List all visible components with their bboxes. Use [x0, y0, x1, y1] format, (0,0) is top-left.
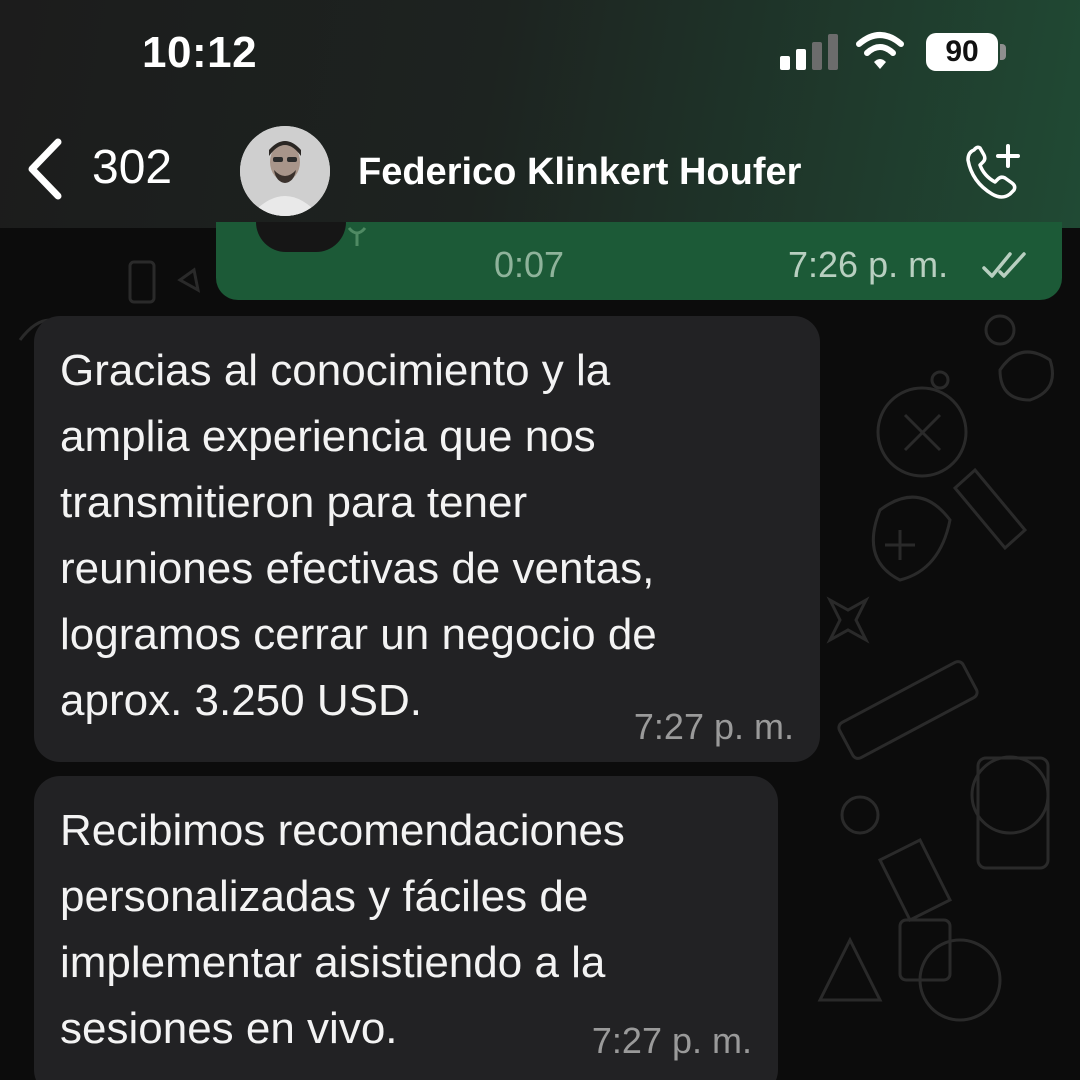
contact-avatar[interactable]	[240, 126, 330, 216]
incoming-message-bubble[interactable]: Gracias al conocimiento y la amplia expe…	[34, 316, 820, 762]
incoming-message-bubble[interactable]: Recibimos recomendaciones personalizadas…	[34, 776, 778, 1080]
chat-header: 10:12 90 302 Federico Klinkert Houfer	[0, 0, 1080, 228]
message-timestamp: 7:27 p. m.	[633, 706, 794, 747]
chat-nav-bar: 302 Federico Klinkert Houfer	[0, 118, 1080, 226]
battery-tip	[1000, 44, 1006, 60]
status-time: 10:12	[142, 28, 258, 77]
microphone-icon	[347, 227, 367, 246]
status-bar: 10:12 90	[0, 0, 1080, 110]
message-timestamp: 7:26 p. m.	[788, 244, 949, 285]
contact-name[interactable]: Federico Klinkert Houfer	[358, 151, 801, 194]
wifi-icon	[856, 32, 904, 69]
battery-indicator: 90	[926, 33, 998, 71]
message-timestamp: 7:27 p. m.	[591, 1020, 752, 1061]
message-text: Gracias al conocimiento y la amplia expe…	[60, 346, 657, 725]
add-call-icon[interactable]	[962, 140, 1026, 204]
unread-chats-count[interactable]: 302	[92, 140, 172, 195]
voice-duration: 0:07	[494, 244, 565, 285]
back-chevron-icon[interactable]	[24, 138, 64, 200]
cellular-signal-icon	[780, 34, 838, 70]
double-check-icon	[982, 252, 1026, 278]
